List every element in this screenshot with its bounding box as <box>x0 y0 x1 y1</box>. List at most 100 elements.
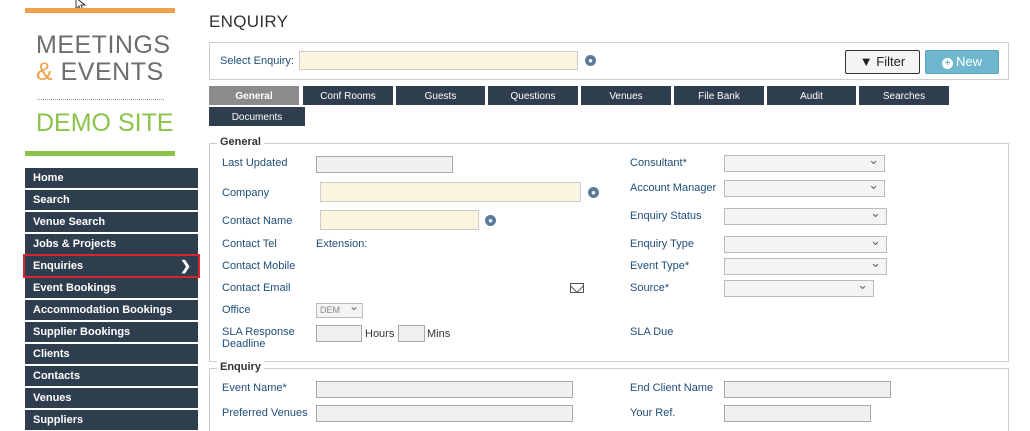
company-label: Company <box>222 187 270 199</box>
sidebar-item-label: Contacts <box>33 370 81 382</box>
last-updated-field <box>316 156 453 173</box>
event-type-label: Event Type* <box>630 260 690 272</box>
sla-response-label: SLA Response <box>222 326 295 338</box>
sidebar-item-suppliers[interactable]: Suppliers <box>25 410 198 430</box>
contact-name-input[interactable] <box>320 210 479 230</box>
enquiry-status-label: Enquiry Status <box>630 210 702 222</box>
tab-venues[interactable]: Venues <box>581 86 671 105</box>
filter-button[interactable]: ▼ Filter <box>845 50 920 74</box>
sidebar-item-jobs-projects[interactable]: Jobs & Projects <box>25 234 198 254</box>
sidebar-item-label: Home <box>33 172 64 184</box>
source-select[interactable] <box>724 277 874 297</box>
sidebar-item-label: Search <box>33 194 70 206</box>
select-enquiry-input[interactable] <box>299 51 578 70</box>
tab-guests[interactable]: Guests <box>396 86 485 105</box>
preferred-venues-label: Preferred Venues <box>222 407 308 419</box>
end-client-name-label: End Client Name <box>630 382 714 394</box>
event-name-input[interactable] <box>316 381 573 398</box>
sidebar-item-label: Supplier Bookings <box>33 326 131 338</box>
mins-label: Mins <box>427 328 451 340</box>
source-label: Source* <box>630 282 670 294</box>
tab-questions[interactable]: Questions <box>488 86 578 105</box>
filter-button-label: Filter <box>876 54 906 69</box>
sidebar-item-clients[interactable]: Clients <box>25 344 198 364</box>
tab-conf-rooms[interactable]: Conf Rooms <box>303 86 393 105</box>
enquiry-status-select[interactable] <box>724 205 887 225</box>
logo-line-2: & EVENTS <box>36 59 164 86</box>
contact-mobile-label: Contact Mobile <box>222 260 296 272</box>
general-section: General Last Updated Company ● Contact N… <box>209 136 1009 362</box>
page-title: ENQUIRY <box>209 12 289 31</box>
enquiry-selector-bar: Select Enquiry: ● ▼ Filter + New <box>209 42 1009 80</box>
sidebar-item-home[interactable]: Home <box>25 168 198 188</box>
sidebar-item-venue-search[interactable]: Venue Search <box>25 212 198 232</box>
sidebar-item-label: Event Bookings <box>33 282 117 294</box>
contact-name-label: Contact Name <box>222 215 293 227</box>
general-legend: General <box>217 136 264 148</box>
enquiry-legend: Enquiry <box>217 361 264 373</box>
envelope-icon[interactable] <box>570 283 584 293</box>
tab-documents[interactable]: Documents <box>209 107 305 126</box>
contact-tel-label: Contact Tel <box>222 238 277 250</box>
chevron-right-icon: ❯ <box>180 258 191 273</box>
sidebar-item-venues[interactable]: Venues <box>25 388 198 408</box>
extension-label: Extension: <box>316 238 368 250</box>
sidebar-item-supplier-bookings[interactable]: Supplier Bookings <box>25 322 198 342</box>
filter-icon: ▼ <box>859 54 873 69</box>
end-client-name-input[interactable] <box>724 381 891 398</box>
sidebar-item-label: Venues <box>33 392 72 404</box>
your-ref-label: Your Ref. <box>630 407 676 419</box>
select-enquiry-label: Select Enquiry: <box>220 55 294 67</box>
preferred-venues-input[interactable] <box>316 405 573 422</box>
sidebar-item-accommodation-bookings[interactable]: Accommodation Bookings <box>25 300 198 320</box>
new-button-label: New <box>955 54 982 69</box>
enquiry-section: Enquiry Event Name* Preferred Venues End… <box>209 361 1009 431</box>
enquiry-type-select[interactable] <box>724 233 887 253</box>
office-select[interactable]: DEM <box>316 300 363 318</box>
account-manager-select[interactable] <box>724 177 885 197</box>
sidebar-item-search[interactable]: Search <box>25 190 198 210</box>
logo-top-bar <box>25 8 175 13</box>
tab-audit[interactable]: Audit <box>767 86 856 105</box>
logo-ampersand: & <box>36 58 54 86</box>
globe-icon[interactable]: ● <box>588 187 599 198</box>
sidebar-item-label: Jobs & Projects <box>33 238 117 250</box>
brand-logo: MEETINGS & EVENTS DEMO SITE <box>25 8 175 158</box>
sidebar-item-label: Accommodation Bookings <box>33 304 173 316</box>
tab-file-bank[interactable]: File Bank <box>674 86 764 105</box>
logo-separator <box>37 99 164 100</box>
enquiry-type-label: Enquiry Type <box>630 238 695 250</box>
sla-deadline-label: Deadline <box>222 338 266 350</box>
account-manager-label: Account Manager <box>630 182 717 194</box>
logo-line-1: MEETINGS <box>36 31 171 59</box>
sidebar-nav: Home Search Venue Search Jobs & Projects… <box>23 168 200 431</box>
plus-circle-icon: + <box>941 58 953 69</box>
your-ref-input[interactable] <box>724 405 871 422</box>
sidebar-item-contacts[interactable]: Contacts <box>25 366 198 386</box>
tab-searches[interactable]: Searches <box>859 86 949 105</box>
event-type-select[interactable] <box>724 255 887 275</box>
last-updated-label: Last Updated <box>222 157 288 169</box>
globe-icon[interactable]: ● <box>585 55 596 66</box>
globe-icon[interactable]: ● <box>485 215 496 226</box>
sidebar-item-label: Suppliers <box>33 414 84 426</box>
consultant-label: Consultant* <box>630 157 687 169</box>
new-button[interactable]: + New <box>925 50 999 74</box>
sla-hours-input[interactable] <box>316 325 362 342</box>
logo-events: EVENTS <box>53 58 164 86</box>
company-input[interactable] <box>320 182 581 202</box>
sidebar-item-event-bookings[interactable]: Event Bookings <box>25 278 198 298</box>
contact-email-label: Contact Email <box>222 282 291 294</box>
sla-due-label: SLA Due <box>630 326 674 338</box>
tab-general[interactable]: General <box>209 86 299 105</box>
sidebar-item-enquiries[interactable]: Enquiries ❯ <box>23 254 200 278</box>
sla-mins-input[interactable] <box>398 325 425 342</box>
event-name-label: Event Name* <box>222 382 287 394</box>
logo-bottom-bar <box>25 151 175 156</box>
sidebar-item-label: Clients <box>33 348 70 360</box>
logo-demo-site: DEMO SITE <box>36 109 174 137</box>
hours-label: Hours <box>365 328 395 340</box>
sidebar-item-label: Venue Search <box>33 216 106 228</box>
consultant-select[interactable] <box>724 152 885 172</box>
office-label: Office <box>222 304 251 316</box>
